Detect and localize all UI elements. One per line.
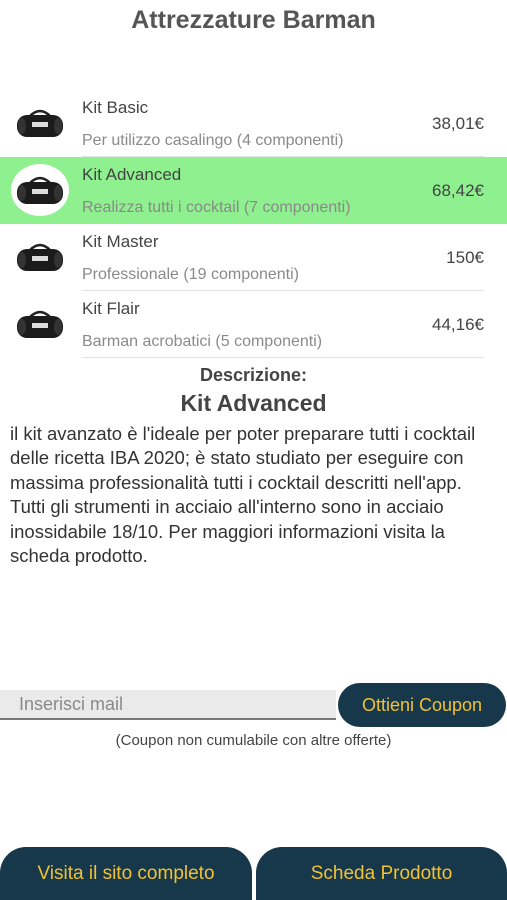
product-sheet-button[interactable]: Scheda Prodotto xyxy=(256,847,507,900)
row-divider xyxy=(82,357,484,358)
kit-name: Kit Advanced xyxy=(82,165,182,184)
visit-site-button[interactable]: Visita il sito completo xyxy=(0,847,252,900)
kit-price: 150€ xyxy=(446,248,484,267)
kit-subtitle: Professionale (19 componenti) xyxy=(82,266,300,283)
duffel-bag-icon xyxy=(11,164,69,216)
kit-row-flair[interactable]: Kit Flair Barman acrobatici (5 component… xyxy=(0,291,507,358)
email-input[interactable] xyxy=(0,690,336,720)
kit-row-master[interactable]: Kit Master Professionale (19 componenti)… xyxy=(0,224,507,291)
kit-price: 68,42€ xyxy=(432,181,484,200)
kit-subtitle: Barman acrobatici (5 componenti) xyxy=(82,333,323,350)
kit-price: 44,16€ xyxy=(432,315,484,334)
duffel-bag-icon xyxy=(11,298,69,350)
duffel-bag-icon xyxy=(11,231,69,283)
kit-list: Kit Basic Per utilizzo casalingo (4 comp… xyxy=(0,90,507,358)
kit-row-advanced[interactable]: Kit Advanced Realizza tutti i cocktail (… xyxy=(0,157,507,224)
kit-subtitle: Realizza tutti i cocktail (7 componenti) xyxy=(82,199,351,216)
get-coupon-button[interactable]: Ottieni Coupon xyxy=(338,683,506,727)
coupon-note: (Coupon non cumulabile con altre offerte… xyxy=(115,732,392,749)
kit-name: Kit Master xyxy=(82,232,159,251)
page-title: Attrezzature Barman xyxy=(131,6,376,34)
kit-subtitle: Per utilizzo casalingo (4 componenti) xyxy=(82,132,344,149)
duffel-bag-icon xyxy=(11,97,69,149)
kit-row-basic[interactable]: Kit Basic Per utilizzo casalingo (4 comp… xyxy=(0,90,507,157)
kit-price: 38,01€ xyxy=(432,114,484,133)
kit-name: Kit Basic xyxy=(82,98,149,117)
kit-name: Kit Flair xyxy=(82,299,140,318)
description-text: il kit avanzato è l'ideale per poter pre… xyxy=(10,423,476,567)
description-label: Descrizione: xyxy=(199,365,308,385)
description-title: Kit Advanced xyxy=(180,390,327,416)
